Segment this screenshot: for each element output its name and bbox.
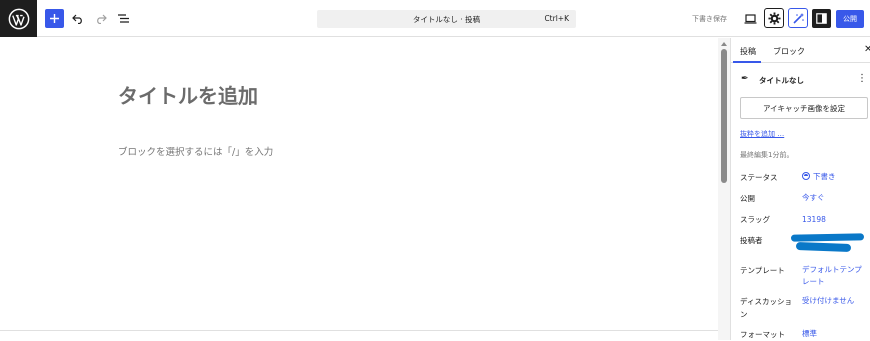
add-block-button[interactable] xyxy=(45,9,64,28)
format-value[interactable]: 標準 xyxy=(802,328,866,340)
magic-tools-button[interactable] xyxy=(788,8,808,28)
settings-gear-icon xyxy=(767,11,781,25)
command-palette-bar[interactable]: タイトルなし · 投稿 Ctrl+K xyxy=(317,10,576,28)
sidebar-toggle-button[interactable] xyxy=(812,9,831,28)
sidebar-tabs: 投稿 ブロック ✕ xyxy=(731,38,870,63)
active-tab-indicator xyxy=(733,61,761,63)
desktop-preview-icon xyxy=(744,13,757,24)
publish-button[interactable]: 公開 xyxy=(836,10,864,28)
publish-date-value[interactable]: 今すぐ xyxy=(802,192,866,204)
discussion-label: ディスカッション xyxy=(740,297,792,319)
list-view-button[interactable] xyxy=(114,9,133,28)
preview-button[interactable] xyxy=(741,9,760,28)
editor-header: タイトルなし · 投稿 Ctrl+K 下書き保存 公開 xyxy=(0,0,870,37)
format-label: フォーマット xyxy=(740,330,785,339)
template-label: テンプレート xyxy=(740,266,785,275)
list-view-icon xyxy=(118,14,129,23)
set-featured-image-button[interactable]: アイキャッチ画像を設定 xyxy=(740,97,868,119)
settings-button[interactable] xyxy=(764,8,784,28)
tab-post[interactable]: 投稿 xyxy=(740,46,756,57)
document-title: タイトルなし · 投稿 xyxy=(412,15,481,24)
post-title-input[interactable]: タイトルを追加 xyxy=(118,80,258,109)
template-value[interactable]: デフォルトテンプレート xyxy=(802,264,866,288)
slug-value[interactable]: 13198 xyxy=(802,214,866,226)
post-pen-icon: ✒ xyxy=(741,74,749,84)
plus-icon xyxy=(50,14,59,23)
block-appender-placeholder[interactable]: ブロックを選択するには「/」を入力 xyxy=(118,144,273,158)
sidebar-toggle-icon xyxy=(816,13,827,24)
slug-label: スラッグ xyxy=(740,215,770,224)
undo-icon xyxy=(71,14,82,24)
status-value[interactable]: 下書き xyxy=(802,171,866,183)
canvas-divider xyxy=(0,330,722,331)
magic-wand-icon xyxy=(792,12,804,24)
publish-date-label: 公開 xyxy=(740,194,755,203)
status-label: ステータス xyxy=(740,173,778,182)
editor-canvas[interactable]: タイトルを追加 ブロックを選択するには「/」を入力 xyxy=(0,38,730,340)
settings-sidebar: 投稿 ブロック ✕ ✒ タイトルなし ⋮ アイキャッチ画像を設定 抜粋を追加 …… xyxy=(730,38,870,340)
post-summary-row: ✒ タイトルなし ⋮ xyxy=(741,73,867,86)
more-options-icon[interactable]: ⋮ xyxy=(857,73,867,84)
discussion-value[interactable]: 受け付けません xyxy=(802,295,866,307)
wordpress-logo-button[interactable] xyxy=(0,0,37,37)
draft-status-icon xyxy=(802,172,810,180)
close-sidebar-icon[interactable]: ✕ xyxy=(864,44,870,55)
wordpress-icon xyxy=(8,8,29,29)
last-edited-text: 最終編集1分前。 xyxy=(740,151,794,159)
undo-button[interactable] xyxy=(68,9,87,28)
author-redaction-mark xyxy=(790,233,865,242)
scrollbar-thumb[interactable] xyxy=(721,49,727,183)
save-draft-button[interactable]: 下書き保存 xyxy=(692,14,727,24)
tab-block[interactable]: ブロック xyxy=(773,46,805,57)
status-value-text: 下書き xyxy=(813,172,836,181)
keyboard-shortcut-hint: Ctrl+K xyxy=(544,14,569,23)
editor-scrollbar[interactable] xyxy=(718,38,730,340)
scroll-up-arrow-icon[interactable] xyxy=(721,42,727,46)
post-summary-title: タイトルなし xyxy=(759,76,804,85)
author-label: 投稿者 xyxy=(740,236,763,245)
redo-icon xyxy=(96,14,107,24)
redo-button[interactable] xyxy=(91,9,110,28)
add-excerpt-link[interactable]: 抜粋を追加 … xyxy=(740,129,784,139)
